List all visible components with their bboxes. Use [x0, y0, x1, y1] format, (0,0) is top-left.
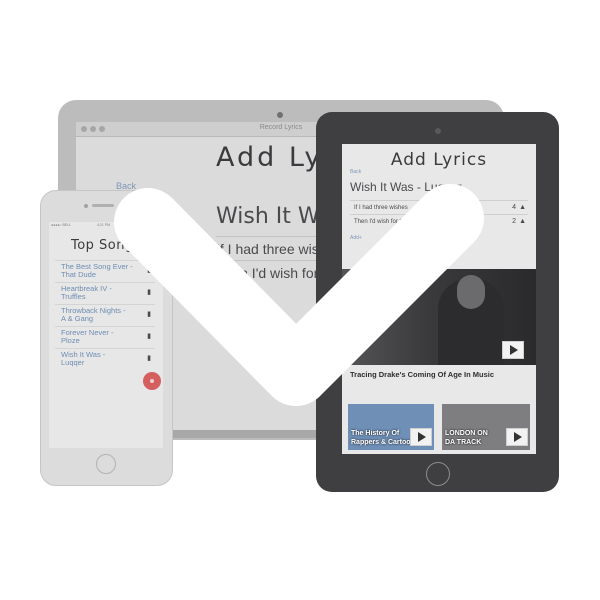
play-icon[interactable] — [506, 428, 528, 446]
vote-count: 4 — [512, 204, 516, 211]
tablet-camera — [435, 128, 441, 134]
tablet-page-title: Add Lyrics — [390, 150, 488, 170]
checkmark-icon — [114, 184, 484, 406]
card-title-line: The History Of — [351, 430, 400, 437]
card-title-line: Rappers & Cartoons — [351, 439, 419, 446]
laptop-camera — [277, 112, 283, 118]
tablet-back-link[interactable]: Back — [350, 169, 361, 175]
carrier-signal: ●●●●○ BELL — [51, 223, 72, 227]
phone-camera — [84, 204, 88, 208]
close-window-icon[interactable] — [81, 126, 87, 132]
play-icon[interactable] — [502, 341, 524, 359]
tablet-home-button[interactable] — [426, 462, 450, 486]
thumbs-up-icon[interactable]: ▲ — [519, 218, 526, 225]
play-icon[interactable] — [410, 428, 432, 446]
phone-home-button[interactable] — [96, 454, 116, 474]
thumbs-up-icon[interactable]: ▲ — [519, 204, 526, 211]
minimize-window-icon[interactable] — [90, 126, 96, 132]
maximize-window-icon[interactable] — [99, 126, 105, 132]
vote-count: 2 — [512, 218, 516, 225]
card-title-line: DA TRACK — [445, 439, 482, 446]
card-title-line: LONDON ON — [445, 430, 488, 437]
